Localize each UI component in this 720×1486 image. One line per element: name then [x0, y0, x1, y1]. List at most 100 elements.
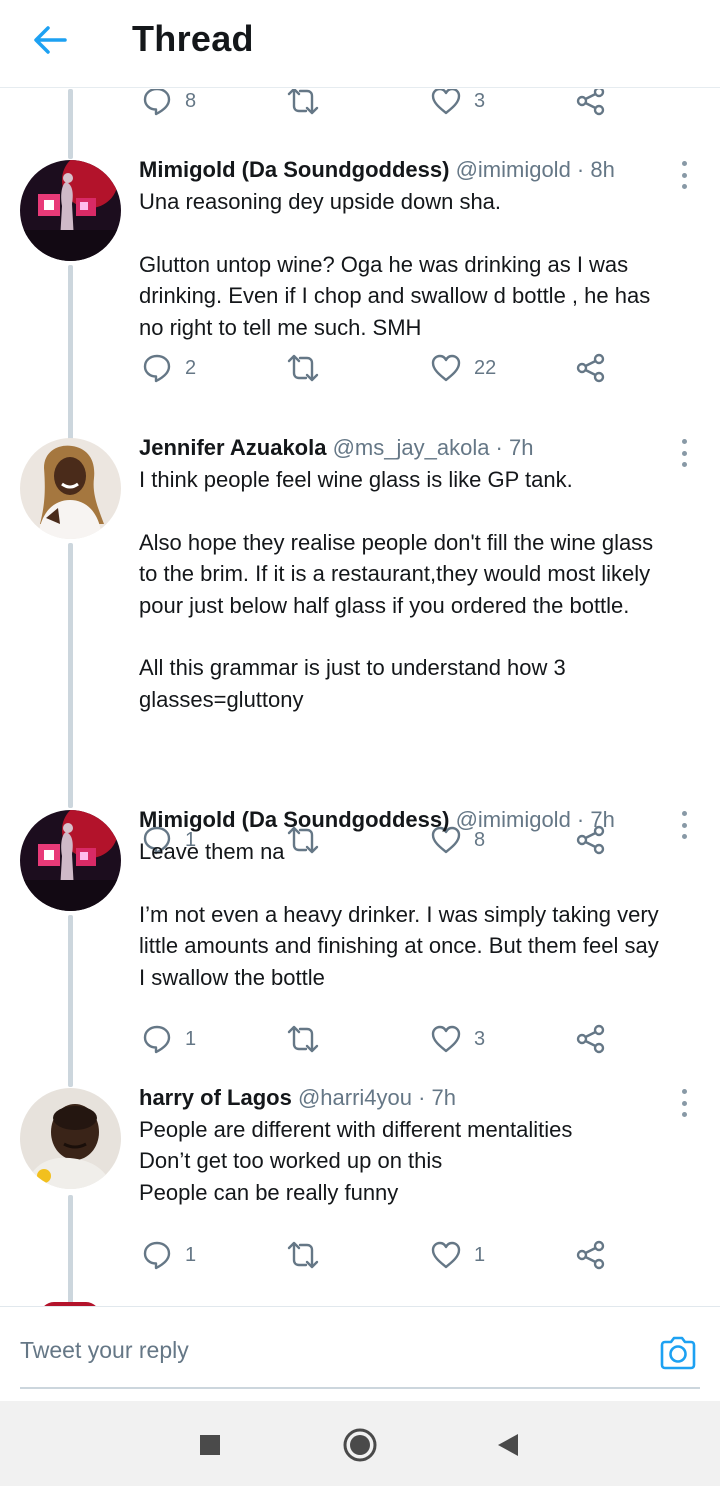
- thread-connector-line: [68, 915, 73, 1087]
- thread-connector-line: [68, 543, 73, 808]
- reply-button[interactable]: 1: [141, 1237, 196, 1273]
- speech-bubble-icon: [143, 1025, 171, 1054]
- retweet-button[interactable]: [285, 1021, 321, 1057]
- tweet-line: Don’t get too worked up on this: [139, 1148, 443, 1174]
- tweet-line: All this grammar is just to understand h…: [139, 655, 566, 681]
- tweet-actions: 2 22: [139, 350, 619, 386]
- like-button[interactable]: 1: [430, 1237, 485, 1273]
- tweet-header: Mimigold (Da Soundgoddess) @imimigold · …: [139, 155, 615, 185]
- like-count: 3: [474, 89, 486, 112]
- tweet-line: little amounts and finishing at once. Bu…: [139, 933, 659, 959]
- share-button[interactable]: [575, 89, 607, 119]
- system-nav-bar: [0, 1401, 720, 1486]
- like-button[interactable]: 3: [430, 1021, 485, 1057]
- more-options-button[interactable]: [678, 439, 690, 467]
- tweet-actions: 1 1: [139, 1237, 619, 1273]
- vertical-dots-icon: [681, 161, 687, 166]
- handle-time: @harri4you · 7h: [297, 1085, 457, 1110]
- tweet-line: drinking. Even if I chop and swallow d b…: [139, 283, 651, 309]
- reply-button[interactable]: 1: [141, 1021, 196, 1057]
- display-name[interactable]: harry of Lagos: [139, 1085, 292, 1110]
- retweet-button[interactable]: [285, 89, 321, 119]
- tweet-line: no right to tell me such. SMH: [139, 314, 422, 340]
- vertical-dots-icon: [681, 811, 687, 816]
- page-title: Thread: [132, 18, 254, 59]
- square-icon: [200, 1435, 220, 1455]
- heart-icon: [431, 89, 461, 115]
- home-button[interactable]: [340, 1425, 380, 1465]
- tweet-line: pour just below half glass if you ordere…: [139, 592, 630, 618]
- reply-count: 8: [185, 89, 197, 112]
- circle-icon: [343, 1428, 377, 1462]
- reply-button[interactable]: 2: [141, 350, 196, 386]
- retweet-icon: [287, 354, 319, 382]
- share-button[interactable]: [575, 1237, 607, 1273]
- vertical-dots-icon: [681, 1089, 687, 1094]
- tweet-line: I’m not even a heavy drinker. I was simp…: [139, 901, 659, 927]
- like-count: 3: [474, 1027, 486, 1050]
- handle-time: @imimigold · 7h: [455, 807, 615, 832]
- avatar[interactable]: [20, 438, 121, 539]
- share-icon: [576, 89, 605, 116]
- handle-time: @imimigold · 8h: [455, 157, 615, 182]
- display-name[interactable]: Mimigold (Da Soundgoddess): [139, 807, 449, 832]
- tweet-header: harry of Lagos @harri4you · 7h: [139, 1083, 456, 1113]
- heart-icon: [431, 1241, 461, 1269]
- reply-button[interactable]: 8: [141, 89, 196, 119]
- avatar[interactable]: [20, 810, 121, 911]
- arrow-left-icon: [34, 26, 67, 54]
- more-options-button[interactable]: [678, 1089, 690, 1117]
- tweet-line: I think people feel wine glass is like G…: [139, 467, 573, 492]
- more-options-button[interactable]: [678, 161, 690, 189]
- handle-time: @ms_jay_akola · 7h: [332, 435, 534, 460]
- reply-input[interactable]: Tweet your reply: [20, 1337, 189, 1364]
- back-nav-button[interactable]: [488, 1425, 528, 1465]
- tweet-line: People can be really funny: [139, 1179, 399, 1205]
- back-button[interactable]: [30, 20, 70, 60]
- tweet-text: I think people feel wine glass is like G…: [139, 464, 709, 715]
- thread-list[interactable]: 8 3 Mimigold (Da Soundgoddess) @imimigol…: [0, 89, 720, 1306]
- tweet-text: People are different with different ment…: [139, 1114, 709, 1208]
- tweet-line: glasses=gluttony: [139, 686, 304, 712]
- speech-bubble-icon: [143, 89, 171, 116]
- share-button[interactable]: [575, 350, 607, 386]
- camera-icon: [660, 1336, 696, 1370]
- tweet-line: Leave them na: [139, 839, 285, 864]
- display-name[interactable]: Jennifer Azuakola: [139, 435, 326, 460]
- tweet-text: Una reasoning dey upside down sha. Glutt…: [139, 186, 709, 343]
- retweet-button[interactable]: [285, 350, 321, 386]
- heart-icon: [431, 354, 461, 382]
- tweet-text: Leave them na I’m not even a heavy drink…: [139, 836, 709, 993]
- retweet-icon: [287, 89, 319, 115]
- recents-button[interactable]: [190, 1425, 230, 1465]
- speech-bubble-icon: [143, 354, 171, 383]
- triangle-back-icon: [498, 1434, 518, 1456]
- speech-bubble-icon: [143, 1241, 171, 1270]
- share-icon: [576, 1024, 605, 1054]
- avatar[interactable]: [20, 1088, 121, 1189]
- avatar[interactable]: [20, 160, 121, 261]
- camera-button[interactable]: [658, 1333, 698, 1373]
- share-icon: [576, 1240, 605, 1270]
- tweet-header: Mimigold (Da Soundgoddess) @imimigold · …: [139, 805, 615, 835]
- top-bar: Thread: [0, 0, 720, 88]
- like-count: 1: [474, 1243, 486, 1266]
- tweet-line: Also hope they realise people don't fill…: [139, 529, 654, 555]
- like-button[interactable]: 22: [430, 350, 496, 386]
- input-underline: [20, 1387, 700, 1389]
- tweet-header: Jennifer Azuakola @ms_jay_akola · 7h: [139, 433, 533, 463]
- tweet-line: I swallow the bottle: [139, 964, 325, 990]
- reply-count: 1: [185, 1243, 197, 1266]
- more-options-button[interactable]: [678, 811, 690, 839]
- retweet-icon: [287, 1241, 319, 1269]
- like-button[interactable]: 3: [430, 89, 485, 119]
- reply-count: 1: [185, 1027, 197, 1050]
- thread-connector-line: [68, 89, 73, 159]
- tweet-line: Una reasoning dey upside down sha.: [139, 189, 502, 214]
- tweet-line: Glutton untop wine? Oga he was drinking …: [139, 251, 629, 277]
- retweet-button[interactable]: [285, 1237, 321, 1273]
- display-name[interactable]: Mimigold (Da Soundgoddess): [139, 157, 449, 182]
- tweet-line: to the brim. If it is a restaurant,they …: [139, 561, 651, 587]
- share-button[interactable]: [575, 1021, 607, 1057]
- reply-composer: Tweet your reply: [0, 1306, 720, 1401]
